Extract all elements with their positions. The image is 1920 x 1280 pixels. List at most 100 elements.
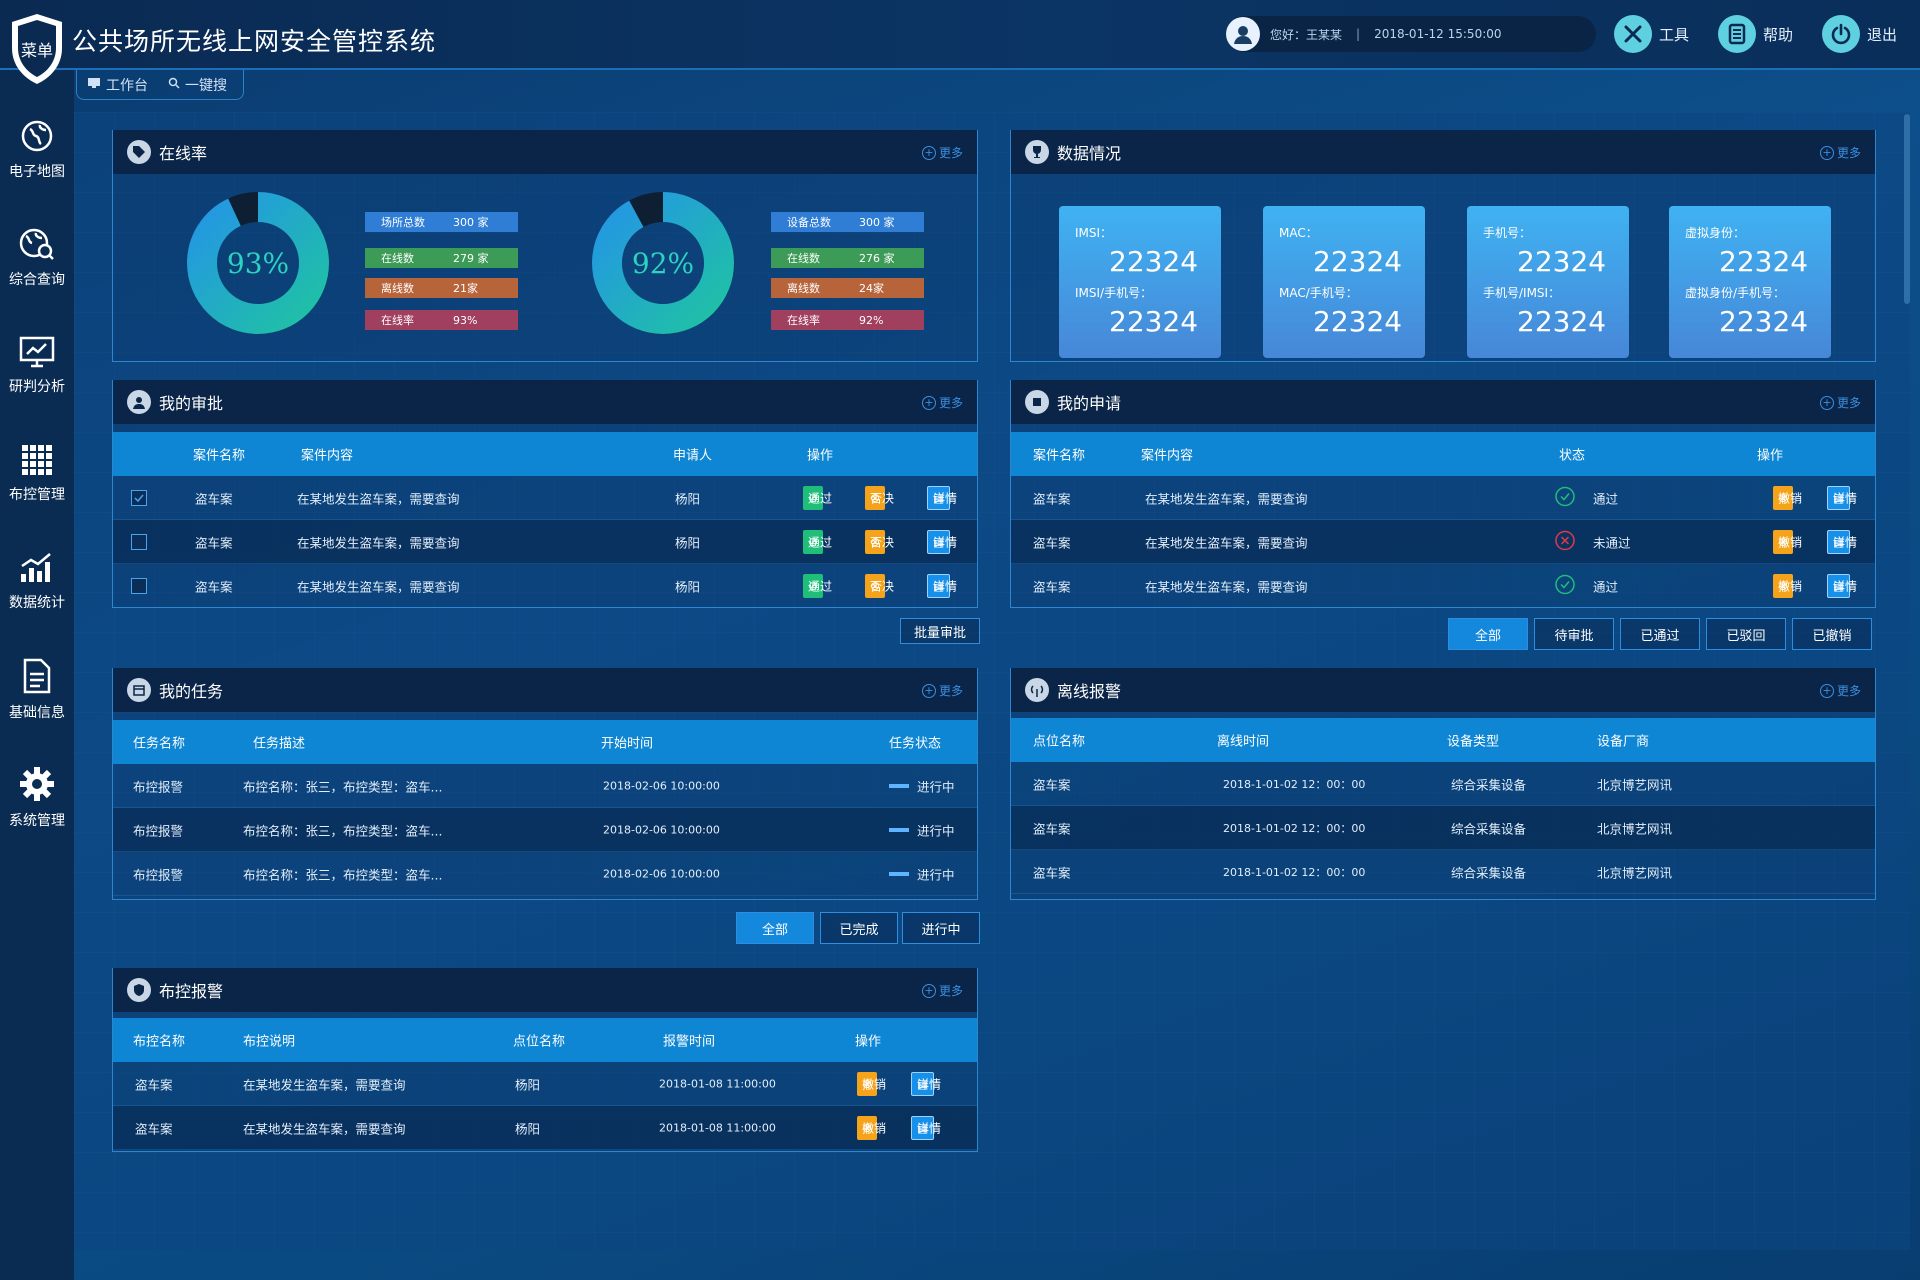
more-link[interactable]: + 更多 <box>1819 682 1861 699</box>
stat-card-mac[interactable]: MAC： 22324 MAC/手机号： 22324 <box>1263 206 1425 358</box>
detail-button[interactable]: ▤ 详情 <box>1827 573 1857 598</box>
sidebar-item-system[interactable]: 系统管理 <box>0 748 74 848</box>
plus-icon: + <box>1819 683 1834 698</box>
table-row: 盗车案 2018-1-01-02 12：00：00 综合采集设备 北京博艺网讯 <box>1011 806 1875 850</box>
app-title: 公共场所无线上网安全管控系统 <box>72 27 437 56</box>
search-icon <box>168 77 180 93</box>
cancel-button[interactable]: ⊗ 撤销 <box>857 1071 886 1096</box>
gauge-percent: 92% <box>632 247 694 280</box>
reject-button[interactable]: ⊗ 否决 <box>865 485 894 510</box>
detail-button[interactable]: ▤ 详情 <box>1827 485 1857 510</box>
task-filter-ongoing[interactable]: 进行中 <box>902 912 980 944</box>
table-row: 布控报警 布控名称：张三，布控类型：盗车... 2018-02-06 10:00… <box>113 852 977 896</box>
online-gauge-2: 92% <box>592 192 734 334</box>
pass-button[interactable]: ⊘ 通过 <box>803 573 832 598</box>
my-tasks-panel: 我的任务 + 更多 任务名称 任务描述 开始时间 任务状态 布控报警 布控名称：张… <box>112 668 978 900</box>
progress-icon <box>889 871 909 876</box>
pass-button[interactable]: ⊘ 通过 <box>803 529 832 554</box>
help-button[interactable]: 帮助 <box>1718 14 1793 54</box>
panel-header: 我的任务 + 更多 <box>113 668 977 712</box>
table-row: 布控报警 布控名称：张三，布控类型：盗车... 2018-02-06 10:00… <box>113 764 977 808</box>
panel-title: 离线报警 <box>1057 682 1122 701</box>
stat-card-virtual-identity[interactable]: 虚拟身份： 22324 虚拟身份/手机号： 22324 <box>1669 206 1831 358</box>
sidebar-item-query[interactable]: 综合查询 <box>0 208 74 308</box>
panel-header: 布控报警 + 更多 <box>113 968 977 1012</box>
app-filter-rejected[interactable]: 已驳回 <box>1706 618 1786 650</box>
page-scrollbar[interactable] <box>1904 114 1910 304</box>
table-row: 盗车案 在某地发生盗车案，需要查询 杨阳 ⊘ 通过 ⊗ 否决 ▤ 详情 <box>113 476 977 520</box>
cancel-button[interactable]: ⊗ 撤销 <box>1773 573 1802 598</box>
detail-button[interactable]: ▤ 详情 <box>1827 529 1857 554</box>
more-link[interactable]: + 更多 <box>921 144 963 161</box>
sidebar-item-control[interactable]: 布控管理 <box>0 424 74 524</box>
tools-icon <box>1614 15 1652 53</box>
legend-item: 在线率 92% <box>771 310 924 330</box>
detail-button[interactable]: ▤ 详情 <box>927 485 957 510</box>
shield-icon <box>127 978 151 1002</box>
legend-item: 在线率 93% <box>365 310 518 330</box>
status-text: 通过 <box>1593 579 1619 594</box>
square-icon <box>1025 390 1049 414</box>
detail-button[interactable]: ▤ 详情 <box>911 1071 941 1096</box>
tab-one-click-search[interactable]: 一键搜 <box>158 75 237 95</box>
detail-button[interactable]: ▤ 详情 <box>911 1115 941 1140</box>
table-row: 盗车案 在某地发生盗车案，需要查询 杨阳 ⊘ 通过 ⊗ 否决 ▤ 详情 <box>113 564 977 608</box>
monitor-icon <box>87 77 101 93</box>
logout-button[interactable]: 退出 <box>1822 14 1897 54</box>
row-checkbox[interactable] <box>131 533 147 550</box>
sidebar-item-basic-info[interactable]: 基础信息 <box>0 640 74 740</box>
stat-card-phone[interactable]: 手机号： 22324 手机号/IMSI： 22324 <box>1467 206 1629 358</box>
user-avatar-icon[interactable] <box>1226 17 1260 51</box>
legend-item: 在线数 279 家 <box>365 248 518 268</box>
app-filter-pending[interactable]: 待审批 <box>1534 618 1614 650</box>
table-row: 盗车案 2018-1-01-02 12：00：00 综合采集设备 北京博艺网讯 <box>1011 850 1875 894</box>
app-filter-all[interactable]: 全部 <box>1448 618 1528 650</box>
pass-button[interactable]: ⊘ 通过 <box>803 485 832 510</box>
panel-title: 布控报警 <box>159 982 224 1001</box>
panel-header: 我的申请 + 更多 <box>1011 380 1875 424</box>
document-icon <box>23 658 51 694</box>
sidebar-item-analysis[interactable]: 研判分析 <box>0 316 74 416</box>
tools-button[interactable]: 工具 <box>1614 14 1689 54</box>
row-checkbox[interactable] <box>131 489 147 506</box>
table-header: 布控名称 布控说明 点位名称 报警时间 操作 <box>113 1018 977 1062</box>
panel-title: 我的申请 <box>1057 394 1122 413</box>
progress-icon <box>889 827 909 832</box>
plus-icon: + <box>921 683 936 698</box>
status-ok-icon <box>1555 574 1575 597</box>
reject-button[interactable]: ⊗ 否决 <box>865 573 894 598</box>
more-link[interactable]: + 更多 <box>921 682 963 699</box>
cancel-button[interactable]: ⊗ 撤销 <box>857 1115 886 1140</box>
sidebar-item-statistics[interactable]: 数据统计 <box>0 532 74 632</box>
top-header: 公共场所无线上网安全管控系统 您好：王某某 | 2018-01-12 15:50… <box>0 0 1920 70</box>
table-row: 布控报警 布控名称：张三，布控类型：盗车... 2018-02-06 10:00… <box>113 808 977 852</box>
detail-button[interactable]: ▤ 详情 <box>927 573 957 598</box>
panel-title: 我的审批 <box>159 394 224 413</box>
tag-icon <box>127 140 151 164</box>
task-filter-all[interactable]: 全部 <box>736 912 814 944</box>
globe-search-icon <box>19 228 54 260</box>
task-filter-done[interactable]: 已完成 <box>820 912 898 944</box>
sidebar-item-map[interactable]: 电子地图 <box>0 100 74 200</box>
more-link[interactable]: + 更多 <box>1819 144 1861 161</box>
menu-logo[interactable]: 菜单 <box>8 12 66 88</box>
stat-card-imsi[interactable]: IMSI： 22324 IMSI/手机号： 22324 <box>1059 206 1221 358</box>
more-link[interactable]: + 更多 <box>921 982 963 999</box>
detail-button[interactable]: ▤ 详情 <box>927 529 957 554</box>
grid-icon <box>22 445 52 475</box>
tab-workbench[interactable]: 工作台 <box>77 75 158 95</box>
cancel-button[interactable]: ⊗ 撤销 <box>1773 485 1802 510</box>
app-filter-passed[interactable]: 已通过 <box>1620 618 1700 650</box>
app-filter-cancelled[interactable]: 已撤销 <box>1792 618 1872 650</box>
more-link[interactable]: + 更多 <box>1819 394 1861 411</box>
row-checkbox[interactable] <box>131 577 147 594</box>
trophy-icon <box>1025 140 1049 164</box>
reject-button[interactable]: ⊗ 否决 <box>865 529 894 554</box>
plus-icon: + <box>921 145 936 160</box>
user-greeting: 您好：王某某 <box>1270 27 1343 42</box>
batch-approve-button[interactable]: 批量审批 <box>900 618 980 644</box>
table-row: 盗车案 在某地发生盗车案，需要查询 杨阳 2018-01-08 11:00:00… <box>113 1106 977 1150</box>
my-application-panel: 我的申请 + 更多 案件名称 案件内容 状态 操作 盗车案 在某地发生盗车案，需要… <box>1010 380 1876 608</box>
cancel-button[interactable]: ⊗ 撤销 <box>1773 529 1802 554</box>
more-link[interactable]: + 更多 <box>921 394 963 411</box>
